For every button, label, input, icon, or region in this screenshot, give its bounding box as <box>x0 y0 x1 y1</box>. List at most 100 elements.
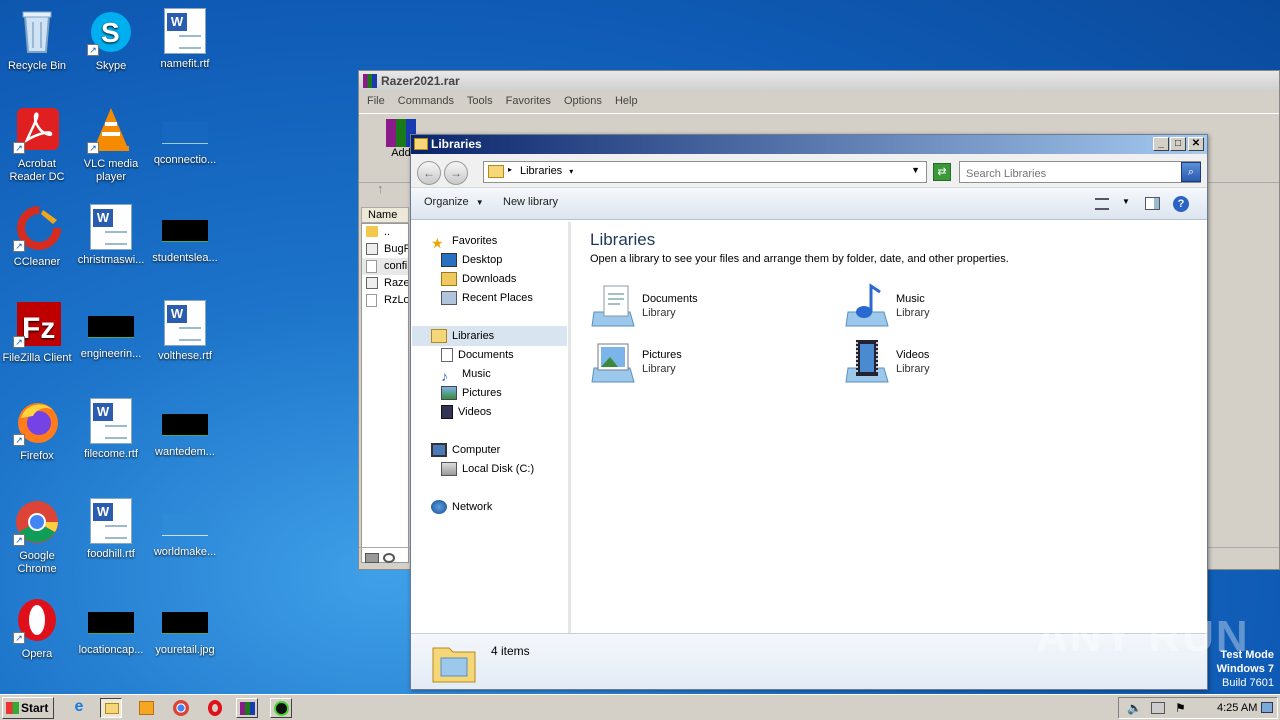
nav-item-desktop[interactable]: Desktop <box>441 251 502 269</box>
videos-icon <box>441 405 453 420</box>
organize-label: Organize <box>424 196 469 208</box>
winrar-column-name[interactable]: Name <box>361 207 409 223</box>
winrar-menu-options[interactable]: Options <box>564 95 602 107</box>
winrar-menu-help[interactable]: Help <box>615 95 638 107</box>
desktop-icon-firefox[interactable]: ↗ Firefox <box>0 398 74 488</box>
nav-item-favorites[interactable]: ★ Favorites <box>431 232 497 251</box>
file-name: confi <box>384 260 408 272</box>
search-input[interactable] <box>959 161 1201 183</box>
nav-item-documents[interactable]: Documents <box>441 346 514 364</box>
desktop-icon-label: CCleaner <box>13 256 61 268</box>
minimize-button[interactable]: _ <box>1153 137 1169 151</box>
desktop-icon-namefit[interactable]: W namefit.rtf <box>148 8 222 98</box>
explorer-titlebar[interactable]: Libraries _ □ ✕ <box>411 135 1207 154</box>
shortcut-arrow-icon: ↗ <box>13 336 25 348</box>
refresh-button[interactable]: ⇄ <box>933 163 951 181</box>
desktop-icon-ccleaner[interactable]: ↗ CCleaner <box>0 204 74 294</box>
desktop-icon-label: Acrobat Reader DC <box>9 158 65 183</box>
start-button[interactable]: Start <box>2 697 54 719</box>
nav-item-local-disk[interactable]: Local Disk (C:) <box>441 460 534 478</box>
desktop-icon-foodhill[interactable]: W foodhill.rtf <box>74 498 148 588</box>
change-view-icon[interactable] <box>1095 198 1109 210</box>
nav-item-network[interactable]: Network <box>431 498 492 516</box>
maximize-button[interactable]: □ <box>1170 137 1186 151</box>
file-row[interactable]: Raze <box>362 275 408 292</box>
action-center-flag-icon[interactable]: ⚑ <box>1175 701 1186 715</box>
computer-icon <box>431 443 447 458</box>
desktop-icon-label: Recycle Bin <box>7 60 67 72</box>
winrar-up-arrow-icon[interactable]: ↑ <box>377 181 384 196</box>
nav-item-music[interactable]: ♪ Music <box>441 365 491 384</box>
desktop-icon-youretail[interactable]: youretail.jpg <box>148 596 222 686</box>
nav-item-recent-places[interactable]: Recent Places <box>441 289 533 307</box>
desktop-icon-christmaswi[interactable]: W christmaswi... <box>74 204 148 294</box>
address-text[interactable]: Libraries <box>520 165 562 177</box>
nav-label: Documents <box>458 349 514 361</box>
library-tile-videos[interactable]: Videos Library <box>844 338 1064 388</box>
word-document-icon: W <box>90 398 132 444</box>
desktop-icon-label: filecome.rtf <box>84 448 138 460</box>
nav-item-pictures[interactable]: Pictures <box>441 384 502 402</box>
nav-label: Computer <box>452 444 501 456</box>
breadcrumb-dropdown-icon[interactable]: ▾ <box>569 167 573 176</box>
library-tile-music[interactable]: Music Library <box>844 282 1064 332</box>
winrar-titlebar[interactable]: Razer2021.rar <box>359 71 1279 91</box>
windows-logo-icon <box>6 702 19 714</box>
file-row[interactable]: .. <box>362 224 408 241</box>
item-count: 4 items <box>491 644 530 658</box>
winrar-menu-tools[interactable]: Tools <box>467 95 493 107</box>
desktop-icon-filezilla[interactable]: Fz ↗ FileZilla Client <box>0 300 74 390</box>
winrar-title: Razer2021.rar <box>381 74 460 88</box>
chrome-taskbar-icon[interactable] <box>170 698 192 718</box>
volume-icon[interactable]: 🔈 <box>1127 701 1142 715</box>
desktop-icon-qconnectio[interactable]: qconnectio... <box>148 106 222 196</box>
winrar-menu-favorites[interactable]: Favorites <box>506 95 551 107</box>
nav-item-videos[interactable]: Videos <box>441 403 491 421</box>
view-options-chevron-icon[interactable]: ▼ <box>1122 197 1130 206</box>
nav-label: Local Disk (C:) <box>462 463 535 475</box>
desktop-icon-skype[interactable]: S ↗ Skype <box>74 8 148 98</box>
nav-item-libraries[interactable]: Libraries <box>431 327 494 345</box>
opera-taskbar-icon[interactable] <box>204 698 226 718</box>
desktop-icon-vlc[interactable]: ↗ VLC media player <box>74 106 148 196</box>
winrar-menu-commands[interactable]: Commands <box>398 95 454 107</box>
desktop-icon-locationcap[interactable]: locationcap... <box>74 596 148 686</box>
library-tile-documents[interactable]: Documents Library <box>590 282 810 332</box>
preview-pane-icon[interactable] <box>1145 197 1160 210</box>
desktop-icon-opera[interactable]: ↗ Opera <box>0 596 74 686</box>
file-row[interactable]: confi <box>362 258 408 275</box>
breadcrumb-chevron-icon[interactable]: ▸ <box>508 165 512 174</box>
address-history-dropdown-icon[interactable]: ▼ <box>911 165 920 175</box>
nav-item-downloads[interactable]: Downloads <box>441 270 516 288</box>
desktop-icon-acrobat[interactable]: ↗ Acrobat Reader DC <box>0 106 74 196</box>
ie-taskbar-icon[interactable]: e <box>68 698 90 718</box>
explorer-taskbar-icon[interactable] <box>100 698 122 718</box>
desktop-icon-wantedem[interactable]: wantedem... <box>148 398 222 488</box>
show-desktop-icon[interactable] <box>1261 702 1273 713</box>
close-button[interactable]: ✕ <box>1188 137 1204 151</box>
desktop-icon-volthese[interactable]: W volthese.rtf <box>148 300 222 390</box>
razer-taskbar-icon[interactable] <box>270 698 292 718</box>
desktop-icon-recycle-bin[interactable]: Recycle Bin <box>0 8 74 98</box>
forward-button[interactable]: → <box>444 161 468 185</box>
desktop-icon-chrome[interactable]: ↗ Google Chrome <box>0 498 74 588</box>
help-icon[interactable]: ? <box>1173 196 1189 212</box>
library-tile-pictures[interactable]: Pictures Library <box>590 338 810 388</box>
winrar-taskbar-icon[interactable] <box>236 698 258 718</box>
network-tray-icon[interactable] <box>1151 702 1165 714</box>
organize-button[interactable]: Organize ▼ <box>424 196 484 208</box>
desktop-icon-filecome[interactable]: W filecome.rtf <box>74 398 148 488</box>
desktop-icon-engineerin[interactable]: engineerin... <box>74 300 148 390</box>
file-row[interactable]: RzLo <box>362 292 408 309</box>
winrar-menu-file[interactable]: File <box>367 95 385 107</box>
search-button[interactable]: ⌕ <box>1181 162 1201 182</box>
nav-item-computer[interactable]: Computer <box>431 441 500 459</box>
clock[interactable]: 4:25 AM <box>1217 702 1257 714</box>
media-player-taskbar-icon[interactable] <box>136 698 158 718</box>
address-bar[interactable]: ▸ Libraries ▾ ▼ <box>483 161 927 183</box>
desktop-icon-worldmake[interactable]: worldmake... <box>148 498 222 588</box>
back-button[interactable]: ← <box>417 161 441 185</box>
file-row[interactable]: BugR <box>362 241 408 258</box>
new-library-button[interactable]: New library <box>503 196 558 208</box>
desktop-icon-studentslea[interactable]: studentslea... <box>148 204 222 294</box>
